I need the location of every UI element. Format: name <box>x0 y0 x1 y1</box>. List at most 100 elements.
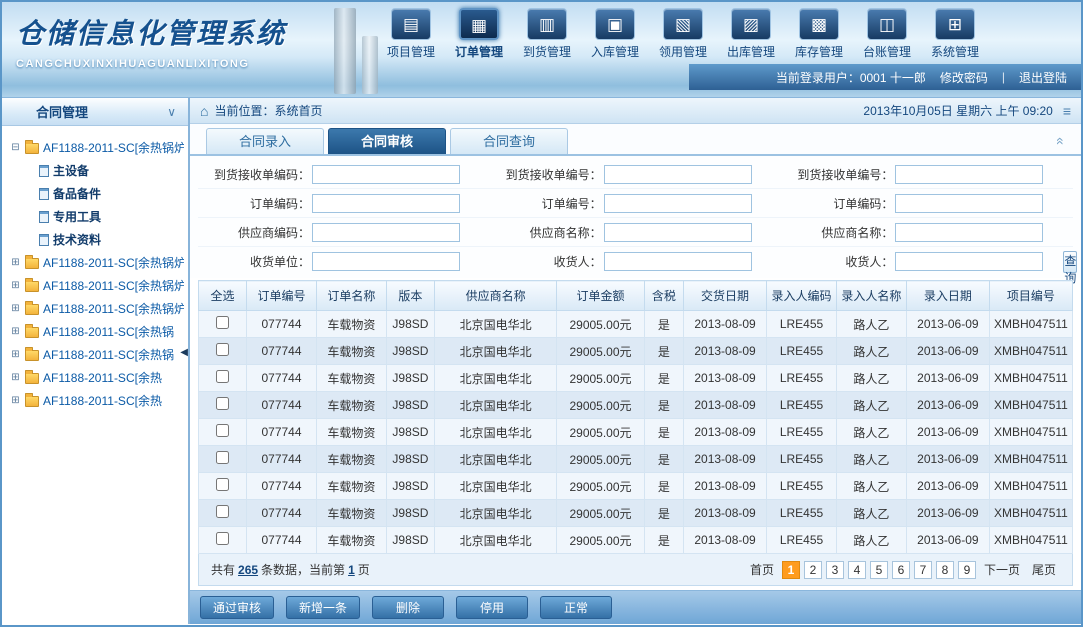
breadcrumb: 当前位置：系统首页 <box>214 102 322 119</box>
nav-item[interactable]: ▤ 项目管理 <box>384 8 438 60</box>
tab[interactable]: 合同审核 <box>328 128 446 154</box>
nav-item[interactable]: ◫ 台账管理 <box>860 8 914 60</box>
supplier-code-input[interactable] <box>312 223 460 242</box>
row-checkbox[interactable] <box>216 424 229 437</box>
page-number-link[interactable]: 4 <box>848 561 866 579</box>
expander-icon[interactable]: ⊞ <box>10 349 21 360</box>
nav-item[interactable]: ▧ 领用管理 <box>656 8 710 60</box>
supplier-name2-input[interactable] <box>895 223 1043 242</box>
expander-icon[interactable]: ⊟ <box>10 142 21 153</box>
sidebar-header[interactable]: 合同管理 ∨ <box>2 98 188 126</box>
expander-icon[interactable]: ⊞ <box>10 257 21 268</box>
entry-person-code-cell: LRE455 <box>767 311 837 338</box>
entry-date-cell: 2013-06-09 <box>906 311 989 338</box>
tree-item[interactable]: 备品备件 <box>24 182 184 205</box>
tree-item[interactable]: ⊞ AF1188-2011-SC[余热锅 <box>10 320 184 343</box>
row-checkbox[interactable] <box>216 478 229 491</box>
first-page-link[interactable]: 首页 <box>750 561 774 578</box>
collapse-panel-icon[interactable]: « <box>1053 137 1069 145</box>
last-page-link[interactable]: 尾页 <box>1032 561 1056 578</box>
expander-icon[interactable]: ⊞ <box>10 395 21 406</box>
order-code2-input[interactable] <box>895 194 1043 213</box>
receiver-input[interactable] <box>604 252 752 271</box>
next-page-link[interactable]: 下一页 <box>984 561 1020 578</box>
page-number-link[interactable]: 7 <box>914 561 932 579</box>
action-button[interactable]: 正常 <box>540 596 612 619</box>
page-number-link[interactable]: 2 <box>804 561 822 579</box>
chevron-down-icon[interactable]: ∨ <box>167 105 176 119</box>
tree-item[interactable]: ⊞ AF1188-2011-SC[余热 <box>10 366 184 389</box>
order-no-cell: 077744 <box>247 338 317 365</box>
action-button[interactable]: 通过审核 <box>200 596 274 619</box>
row-checkbox[interactable] <box>216 316 229 329</box>
page-number-link[interactable]: 3 <box>826 561 844 579</box>
tax-cell: 是 <box>644 311 683 338</box>
column-header: 订单金额 <box>557 281 644 311</box>
column-header: 交货日期 <box>684 281 767 311</box>
tree-item[interactable]: ⊞ AF1188-2011-SC[余热锅炉 <box>10 251 184 274</box>
receiving-unit-input[interactable] <box>312 252 460 271</box>
delivery-date-cell: 2013-08-09 <box>684 338 767 365</box>
logout-link[interactable]: 退出登陆 <box>1019 69 1067 86</box>
row-checkbox[interactable] <box>216 343 229 356</box>
row-checkbox[interactable] <box>216 370 229 383</box>
tab[interactable]: 合同查询 <box>450 128 568 154</box>
row-checkbox[interactable] <box>216 532 229 545</box>
tree-item[interactable]: ⊞ AF1188-2011-SC[余热锅炉 <box>10 297 184 320</box>
list-icon[interactable]: ≡ <box>1063 103 1071 119</box>
tree-node-icon <box>25 327 39 338</box>
search-button[interactable]: 查 询 <box>1063 251 1077 273</box>
nav-item[interactable]: ▨ 出库管理 <box>724 8 778 60</box>
receiver2-input[interactable] <box>895 252 1043 271</box>
order-code2-label: 订单编码： <box>781 195 893 212</box>
action-button[interactable]: 删除 <box>372 596 444 619</box>
form-row: 到货接收单编码： 到货接收单编号： 到货接收单编号： <box>198 160 1073 189</box>
nav-item[interactable]: ▦ 订单管理 <box>452 8 506 60</box>
supplier-name-input[interactable] <box>604 223 752 242</box>
tree-item[interactable]: ⊞ AF1188-2011-SC[余热锅 <box>10 343 184 366</box>
arrival-receipt-no2-input[interactable] <box>895 165 1043 184</box>
arrival-receipt-no-input[interactable] <box>604 165 752 184</box>
nav-item[interactable]: ▣ 入库管理 <box>588 8 642 60</box>
nav-item[interactable]: ⊞ 系统管理 <box>928 8 982 60</box>
tree-item[interactable]: 技术资料 <box>24 228 184 251</box>
page-number-link[interactable]: 9 <box>958 561 976 579</box>
main-nav: ▤ 项目管理 ▦ 订单管理 ▥ 到货管理 ▣ 入库管理 <box>384 8 982 60</box>
tree-item[interactable]: ⊞ AF1188-2011-SC[余热 <box>10 389 184 412</box>
expander-icon[interactable]: ⊞ <box>10 303 21 314</box>
row-checkbox[interactable] <box>216 451 229 464</box>
action-button[interactable]: 新增一条 <box>286 596 360 619</box>
order-code-input[interactable] <box>312 194 460 213</box>
form-row: 供应商编码： 供应商名称： 供应商名称： <box>198 218 1073 247</box>
entry-person-code-cell: LRE455 <box>767 473 837 500</box>
page-number-link[interactable]: 8 <box>936 561 954 579</box>
row-checkbox[interactable] <box>216 397 229 410</box>
page-number-link[interactable]: 6 <box>892 561 910 579</box>
arrival-receipt-code-input[interactable] <box>312 165 460 184</box>
action-button[interactable]: 停用 <box>456 596 528 619</box>
order-no-input[interactable] <box>604 194 752 213</box>
tree-item[interactable]: 专用工具 <box>24 205 184 228</box>
tree-item-label: 技术资料 <box>53 231 101 248</box>
sidebar-collapse-handle[interactable]: ◀ <box>180 348 188 358</box>
expander-icon[interactable]: ⊞ <box>10 326 21 337</box>
nav-item[interactable]: ▩ 库存管理 <box>792 8 846 60</box>
tree-item[interactable]: ⊟ AF1188-2011-SC[余热锅炉岛 <box>10 136 184 159</box>
table-row: 077744 车载物资 J98SD 北京国电华北 29005.00元 是 201… <box>199 392 1073 419</box>
module-icon: ▨ <box>731 8 771 40</box>
tree-item[interactable]: 主设备 <box>24 159 184 182</box>
page-number-link[interactable]: 1 <box>782 561 800 579</box>
user-bar: 当前登录用户：0001 十一郎 修改密码 | 退出登陆 <box>689 64 1081 90</box>
expander-icon[interactable]: ⊞ <box>10 372 21 383</box>
tab[interactable]: 合同录入 <box>206 128 324 154</box>
expander-icon[interactable]: ⊞ <box>10 280 21 291</box>
page-number-link[interactable]: 5 <box>870 561 888 579</box>
main-content: ⌂ 当前位置：系统首页 2013年10月05日 星期六 上午 09:20 ≡ 合… <box>190 98 1081 624</box>
form-row: 收货单位： 收货人： 收货人： 查 询 <box>198 247 1073 276</box>
entry-person-name-cell: 路人乙 <box>836 473 906 500</box>
row-checkbox[interactable] <box>216 505 229 518</box>
change-password-link[interactable]: 修改密码 <box>940 69 988 86</box>
tree-item[interactable]: ⊞ AF1188-2011-SC[余热锅炉 <box>10 274 184 297</box>
nav-item[interactable]: ▥ 到货管理 <box>520 8 574 60</box>
version-cell: J98SD <box>386 365 434 392</box>
